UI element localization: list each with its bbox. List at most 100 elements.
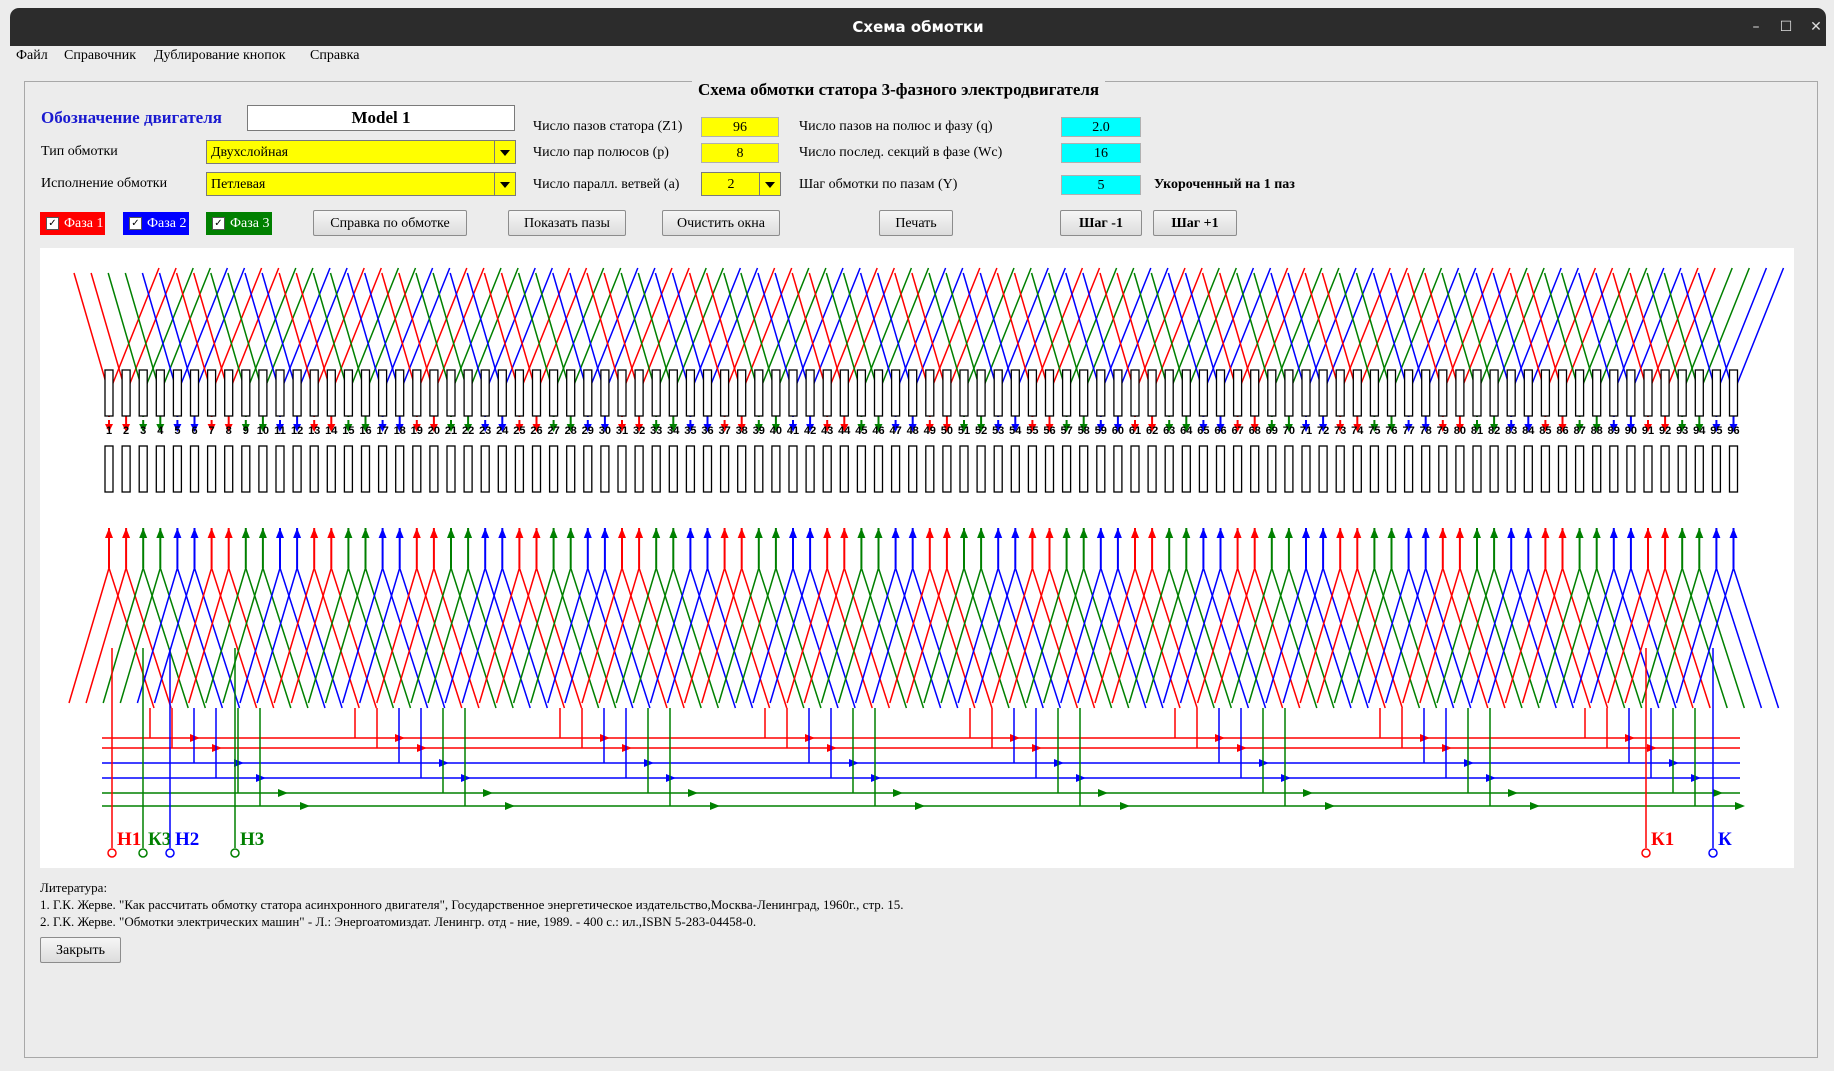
step-minus-button[interactable]: Шаг -1 — [1060, 210, 1142, 236]
slot-top — [1506, 369, 1516, 417]
arrow-icon — [1661, 528, 1670, 538]
coil-bottom-line — [205, 567, 247, 704]
arrow-icon — [1669, 759, 1679, 767]
chevron-down-icon[interactable] — [494, 141, 515, 163]
slot-bottom — [548, 445, 559, 493]
slot-number: 60 — [1112, 425, 1124, 437]
slot-bottom — [1147, 445, 1157, 493]
slot-number: 22 — [462, 425, 474, 437]
engine-model-field[interactable]: Model 1 — [247, 105, 515, 131]
coil-bottom-line — [307, 567, 350, 704]
arrow-icon — [583, 528, 592, 538]
terminal-h2-pin — [165, 848, 175, 858]
coil-bottom-line — [706, 567, 754, 709]
slot-top — [873, 369, 884, 417]
slot-top — [1096, 369, 1106, 417]
coil-bottom-line — [290, 567, 333, 704]
slot-top — [1540, 369, 1551, 417]
arrow-icon — [1473, 528, 1481, 538]
minimize-icon[interactable]: – — [1746, 17, 1766, 37]
menu-file[interactable]: Файл — [16, 48, 48, 64]
arrow-icon — [1713, 789, 1723, 797]
chevron-down-icon[interactable] — [759, 173, 780, 195]
arrow-icon — [1647, 744, 1657, 752]
arrow-icon — [1558, 528, 1567, 538]
p-field[interactable]: 8 — [701, 143, 779, 163]
coil-bottom-line — [153, 567, 196, 704]
slot-top — [1369, 369, 1380, 417]
arrow-icon — [600, 734, 610, 742]
terminal-h1-pin — [107, 848, 117, 858]
menu-duplicate-buttons[interactable]: Дублирование кнопок — [154, 48, 286, 64]
slot-top — [788, 369, 798, 417]
slot-bottom — [172, 445, 183, 493]
coil-bottom-line — [358, 567, 401, 704]
coil-bottom-line — [1168, 567, 1215, 709]
arrow-icon — [1182, 528, 1191, 538]
close-window-icon[interactable]: ✕ — [1806, 17, 1826, 37]
slot-bottom — [856, 445, 867, 493]
arrow-icon — [1011, 528, 1020, 538]
arrow-icon — [256, 774, 266, 782]
slot-bottom — [497, 445, 507, 493]
coil-bottom-line — [1236, 567, 1284, 709]
coil-bottom-line — [416, 567, 463, 709]
menu-reference[interactable]: Справочник — [64, 48, 136, 64]
coil-bottom-line — [125, 567, 172, 709]
coil-bottom-line — [1065, 567, 1113, 709]
coil-bottom-line — [581, 567, 623, 704]
coil-bottom-line — [1624, 567, 1666, 704]
show-slots-button[interactable]: Показать пазы — [508, 210, 626, 236]
slot-bottom — [1643, 445, 1653, 493]
shortening-label: Укороченный на 1 паз — [1154, 177, 1295, 192]
slot-bottom — [292, 445, 302, 493]
arrow-icon — [1113, 528, 1122, 538]
coil-bottom-line — [1590, 567, 1632, 704]
slot-number: 95 — [1710, 425, 1722, 437]
coil-bottom-line — [324, 567, 367, 704]
arrow-icon — [439, 759, 449, 767]
slot-number: 58 — [1078, 425, 1090, 437]
coil-bottom-line — [569, 567, 617, 709]
arrow-icon — [857, 528, 866, 538]
winding-help-button[interactable]: Справка по обмотке — [313, 210, 467, 236]
slot-number: 1 — [106, 425, 112, 437]
slot-top — [326, 369, 336, 417]
step-plus-button[interactable]: Шаг +1 — [1153, 210, 1237, 236]
arrow-icon — [771, 528, 780, 538]
coil-bottom-line — [1305, 567, 1352, 709]
phase3-checkbox[interactable]: ✓ Фаза 3 — [206, 212, 272, 235]
slot-bottom — [1677, 445, 1687, 493]
maximize-icon[interactable]: ☐ — [1776, 17, 1796, 37]
a-select[interactable]: 2 — [701, 172, 781, 196]
slot-top — [1232, 369, 1243, 417]
coil-bottom-line — [1322, 567, 1369, 709]
close-button[interactable]: Закрыть — [40, 937, 121, 963]
menu-help[interactable]: Справка — [310, 48, 359, 64]
winding-exec-select[interactable]: Петлевая — [206, 172, 516, 196]
arrow-icon — [754, 528, 763, 538]
winding-type-select[interactable]: Двухслойная — [206, 140, 516, 164]
z1-field[interactable]: 96 — [701, 117, 779, 137]
coil-bottom-line — [1595, 567, 1643, 709]
clear-windows-button[interactable]: Очистить окна — [662, 210, 780, 236]
a-value: 2 — [727, 177, 735, 192]
slot-top — [1711, 369, 1722, 417]
slot-bottom — [1626, 445, 1636, 493]
arrow-icon — [549, 528, 558, 538]
print-button[interactable]: Печать — [879, 210, 953, 236]
coil-bottom-line — [484, 567, 531, 709]
coil-bottom-line — [1031, 567, 1079, 709]
slot-number: 47 — [889, 425, 901, 437]
slot-bottom — [890, 445, 901, 493]
slot-number: 57 — [1060, 425, 1072, 437]
phase1-checkbox[interactable]: ✓ Фаза 1 — [40, 212, 105, 235]
coil-bottom-line — [1453, 567, 1495, 704]
coil-bottom-line — [689, 567, 737, 709]
slot-number: 88 — [1591, 425, 1603, 437]
slot-bottom — [873, 445, 884, 493]
chevron-down-icon[interactable] — [494, 173, 515, 195]
terminal-h1-label: Н1 — [117, 829, 141, 850]
phase2-checkbox[interactable]: ✓ Фаза 2 — [123, 212, 189, 235]
wc-label: Число послед. секций в фазе (Wc) — [799, 145, 1003, 160]
